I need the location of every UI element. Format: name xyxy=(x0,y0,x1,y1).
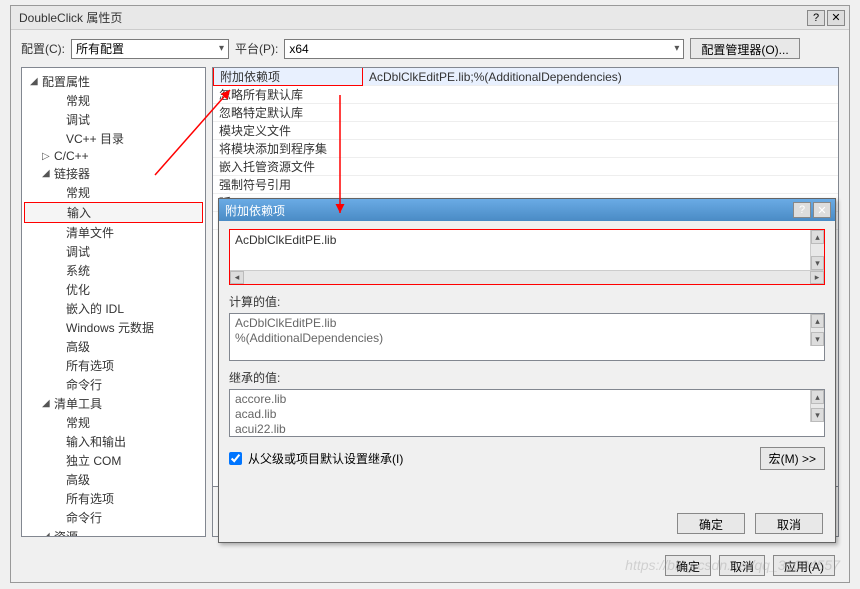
window-title: DoubleClick 属性页 xyxy=(15,9,807,26)
dialog-ok-button[interactable]: 确定 xyxy=(677,513,745,534)
tree-item[interactable]: ◢配置属性 xyxy=(22,72,205,91)
tree-item[interactable]: 常规 xyxy=(22,413,205,432)
config-label: 配置(C): xyxy=(21,40,65,57)
tree-item[interactable]: 高级 xyxy=(22,337,205,356)
tree-item[interactable]: 优化 xyxy=(22,280,205,299)
dialog-help-button[interactable]: ? xyxy=(793,202,811,218)
inherited-label: 继承的值: xyxy=(229,369,825,386)
tree-item[interactable]: VC++ 目录 xyxy=(22,129,205,148)
tree-item[interactable]: ▷C/C++ xyxy=(22,148,205,164)
scrollbar-v[interactable]: ▴▾ xyxy=(810,314,824,346)
tree-item[interactable]: 清单文件 xyxy=(22,223,205,242)
tree-item[interactable]: 所有选项 xyxy=(22,356,205,375)
property-row[interactable]: 忽略所有默认库 xyxy=(213,86,838,104)
dialog-titlebar: 附加依赖项 ? ✕ xyxy=(219,199,835,221)
nav-tree[interactable]: ◢配置属性常规调试VC++ 目录▷C/C++◢链接器常规输入清单文件调试系统优化… xyxy=(21,67,206,537)
help-button[interactable]: ? xyxy=(807,10,825,26)
property-row[interactable]: 忽略特定默认库 xyxy=(213,104,838,122)
tree-item[interactable]: 嵌入的 IDL xyxy=(22,299,205,318)
tree-item[interactable]: 独立 COM xyxy=(22,451,205,470)
property-row[interactable]: 模块定义文件 xyxy=(213,122,838,140)
property-row[interactable]: 强制符号引用 xyxy=(213,176,838,194)
property-row[interactable]: 将模块添加到程序集 xyxy=(213,140,838,158)
property-row[interactable]: 附加依赖项AcDblClkEditPE.lib;%(AdditionalDepe… xyxy=(213,68,838,86)
deps-input[interactable]: AcDblClkEditPE.lib ▴▾ ◂▸ xyxy=(229,229,825,285)
dialog-title: 附加依赖项 xyxy=(223,202,793,219)
platform-combo[interactable]: x64 xyxy=(284,39,684,59)
tree-item[interactable]: 命令行 xyxy=(22,375,205,394)
tree-item[interactable]: ◢清单工具 xyxy=(22,394,205,413)
tree-item[interactable]: 常规 xyxy=(22,183,205,202)
tree-item[interactable]: 调试 xyxy=(22,110,205,129)
tree-item[interactable]: ◢资源 xyxy=(22,527,205,537)
scrollbar-v[interactable]: ▴▾ xyxy=(810,390,824,422)
inherited-list: accore.libacad.libacui22.lib▴▾ xyxy=(229,389,825,437)
tree-item[interactable]: 调试 xyxy=(22,242,205,261)
inherit-label: 从父级或项目默认设置继承(I) xyxy=(248,450,403,467)
computed-list: AcDblClkEditPE.lib%(AdditionalDependenci… xyxy=(229,313,825,361)
tree-item[interactable]: 系统 xyxy=(22,261,205,280)
tree-item[interactable]: 输入和输出 xyxy=(22,432,205,451)
dialog-cancel-button[interactable]: 取消 xyxy=(755,513,823,534)
scrollbar-v[interactable]: ▴▾ xyxy=(810,230,824,270)
config-manager-button[interactable]: 配置管理器(O)... xyxy=(690,38,799,59)
titlebar: DoubleClick 属性页 ? ✕ xyxy=(11,6,849,30)
toolbar: 配置(C): 所有配置 平台(P): x64 配置管理器(O)... xyxy=(11,30,849,67)
tree-item[interactable]: 命令行 xyxy=(22,508,205,527)
tree-item[interactable]: 常规 xyxy=(22,91,205,110)
platform-label: 平台(P): xyxy=(235,40,278,57)
inherit-checkbox[interactable] xyxy=(229,452,242,465)
scrollbar-h[interactable]: ◂▸ xyxy=(230,270,824,284)
close-button[interactable]: ✕ xyxy=(827,10,845,26)
property-row[interactable]: 嵌入托管资源文件 xyxy=(213,158,838,176)
tree-item[interactable]: 所有选项 xyxy=(22,489,205,508)
tree-item[interactable]: Windows 元数据 xyxy=(22,318,205,337)
tree-item[interactable]: 输入 xyxy=(24,202,203,223)
computed-label: 计算的值: xyxy=(229,293,825,310)
config-combo[interactable]: 所有配置 xyxy=(71,39,229,59)
tree-item[interactable]: 高级 xyxy=(22,470,205,489)
watermark: https://blog.csdn.net/qq_31004557 xyxy=(625,557,840,573)
additional-deps-dialog: 附加依赖项 ? ✕ AcDblClkEditPE.lib ▴▾ ◂▸ 计算的值:… xyxy=(218,198,836,543)
dialog-close-button[interactable]: ✕ xyxy=(813,202,831,218)
macro-button[interactable]: 宏(M) >> xyxy=(760,447,825,470)
tree-item[interactable]: ◢链接器 xyxy=(22,164,205,183)
